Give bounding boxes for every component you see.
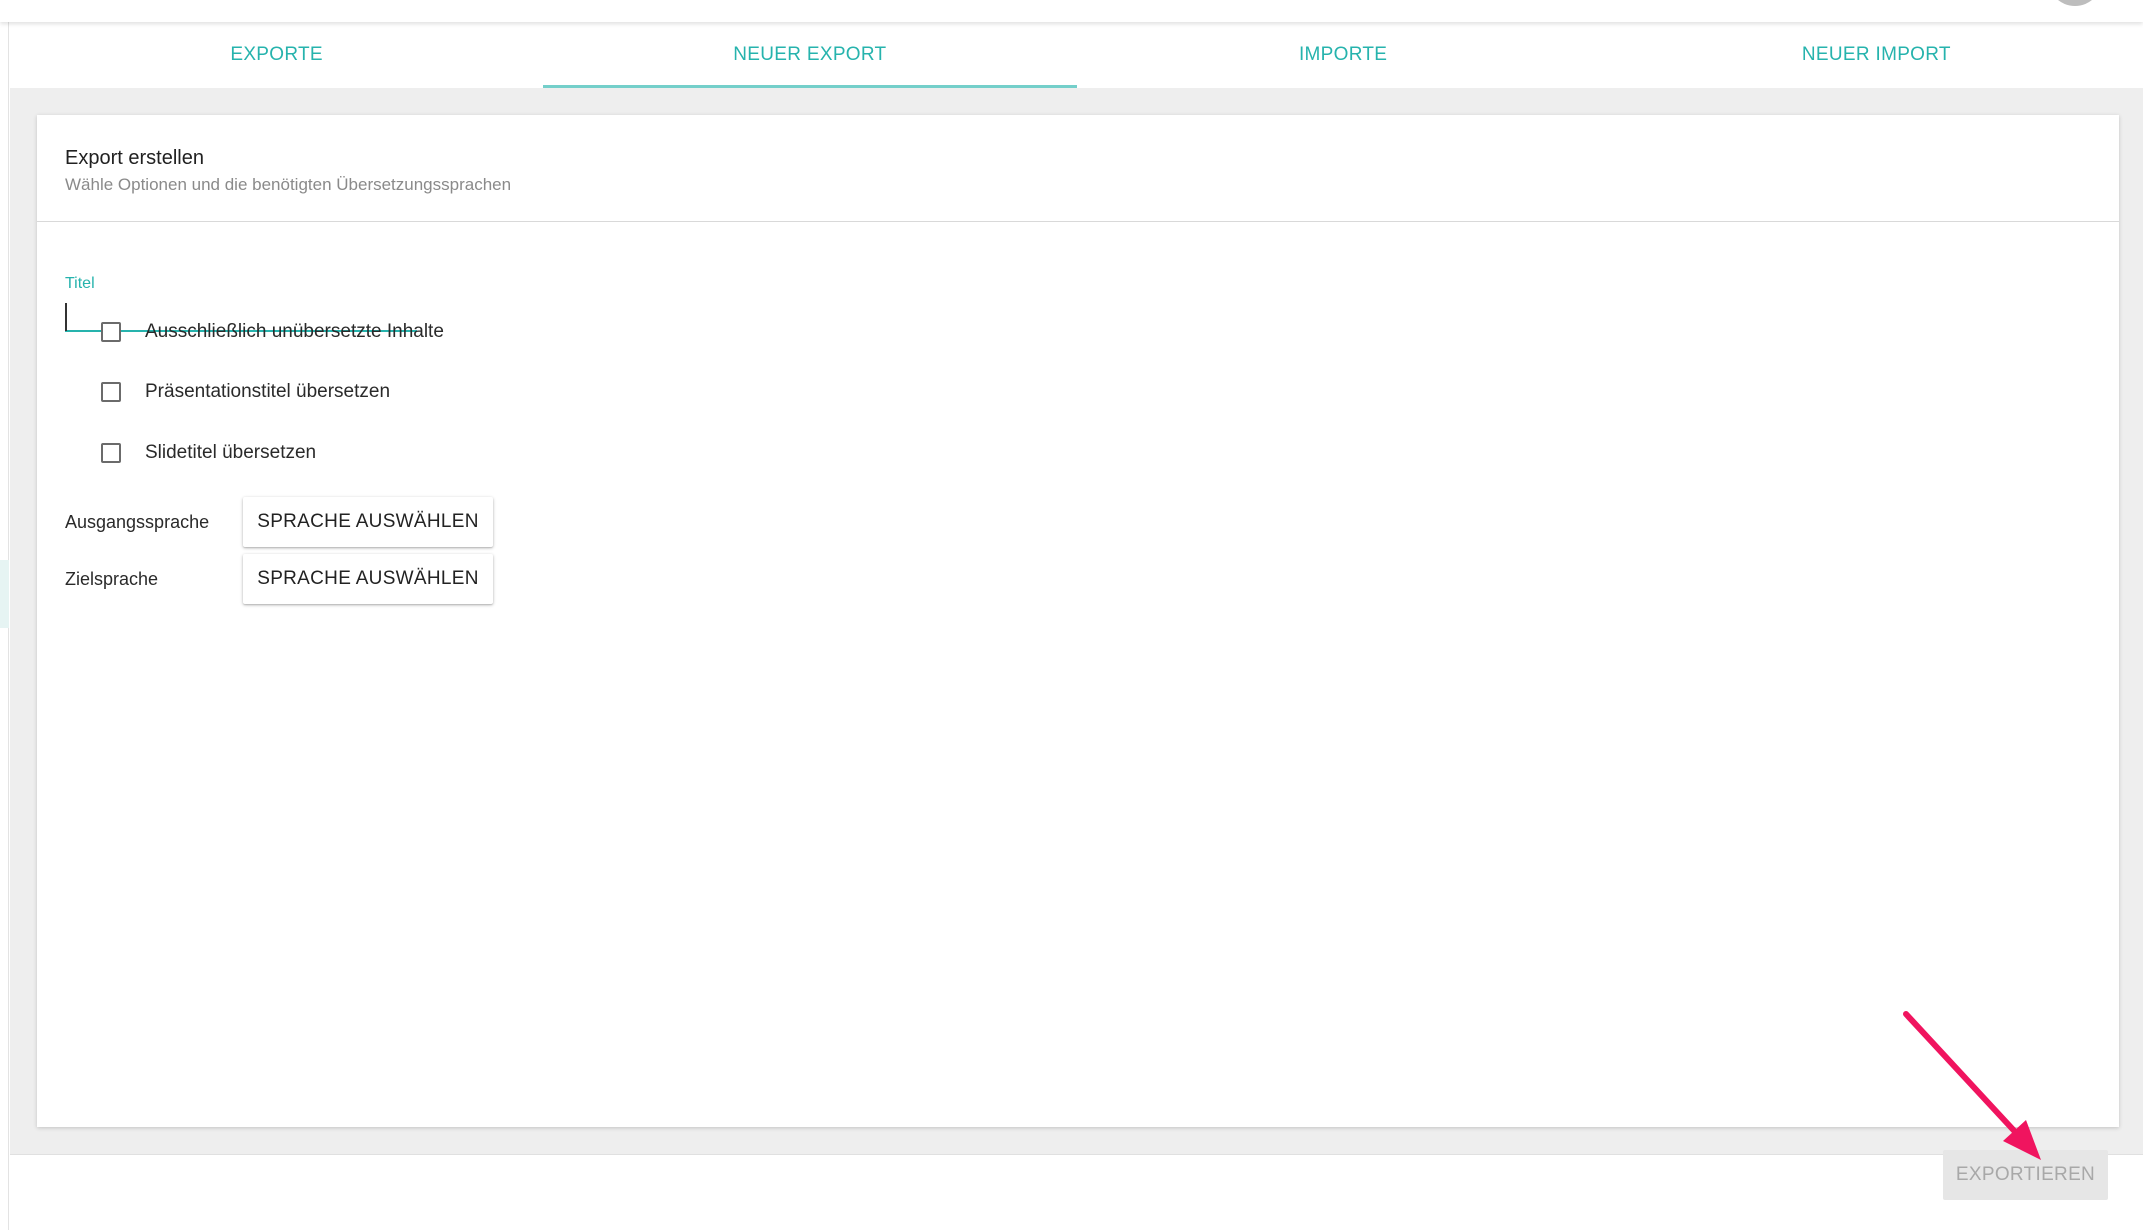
tab-label: EXPORTE <box>230 44 323 65</box>
export-card: Export erstellen Wähle Optionen und die … <box>37 115 2119 1127</box>
tab-neuer-export[interactable]: NEUER EXPORT <box>543 22 1077 88</box>
export-button[interactable]: EXPORTIEREN <box>1943 1150 2108 1200</box>
left-rail <box>0 0 9 1230</box>
tab-neuer-import[interactable]: NEUER IMPORT <box>1610 22 2143 88</box>
main-content: EXPORTE NEUER EXPORT IMPORTE NEUER IMPOR… <box>10 22 2143 1230</box>
card-title: Export erstellen <box>65 147 204 169</box>
target-language-label: Zielsprache <box>65 568 159 589</box>
checkbox-row-translate-presentation-title[interactable]: Präsentationstitel übersetzen <box>101 377 390 407</box>
app-root: EXPORTE NEUER EXPORT IMPORTE NEUER IMPOR… <box>0 0 2143 1230</box>
tab-label: NEUER IMPORT <box>1801 44 1951 65</box>
tab-exporte[interactable]: EXPORTE <box>10 22 543 88</box>
card-header: Export erstellen Wähle Optionen und die … <box>37 115 2119 222</box>
app-bar <box>0 0 2143 22</box>
text-caret <box>65 303 67 331</box>
source-language-label: Ausgangssprache <box>65 511 210 532</box>
checkbox-label: Slidetitel übersetzen <box>145 442 317 463</box>
checkbox-row-translate-slide-title[interactable]: Slidetitel übersetzen <box>101 438 316 468</box>
tab-importe[interactable]: IMPORTE <box>1077 22 1610 88</box>
select-source-language-button[interactable]: SPRACHE AUSWÄHLEN <box>243 497 493 547</box>
tab-bar: EXPORTE NEUER EXPORT IMPORTE NEUER IMPOR… <box>10 22 2143 88</box>
checkbox-label: Ausschließlich unübersetzte Inhalte <box>145 321 444 342</box>
left-rail-marker <box>0 560 9 628</box>
checkbox-row-untranslated-only[interactable]: Ausschließlich unübersetzte Inhalte <box>101 317 444 347</box>
checkbox-unchecked-icon[interactable] <box>101 443 121 463</box>
checkbox-unchecked-icon[interactable] <box>101 382 121 402</box>
tab-label: NEUER EXPORT <box>733 44 887 65</box>
target-language-row: Zielsprache SPRACHE AUSWÄHLEN <box>65 554 493 604</box>
checkbox-unchecked-icon[interactable] <box>101 322 121 342</box>
title-field-label: Titel <box>65 275 95 292</box>
card-subtitle: Wähle Optionen und die benötigten Überse… <box>65 175 512 194</box>
select-target-language-button[interactable]: SPRACHE AUSWÄHLEN <box>243 554 493 604</box>
tab-label: IMPORTE <box>1298 44 1388 65</box>
action-footer <box>10 1154 2143 1230</box>
user-avatar[interactable] <box>2048 0 2102 6</box>
checkbox-label: Präsentationstitel übersetzen <box>145 381 391 402</box>
source-language-row: Ausgangssprache SPRACHE AUSWÄHLEN <box>65 497 493 547</box>
